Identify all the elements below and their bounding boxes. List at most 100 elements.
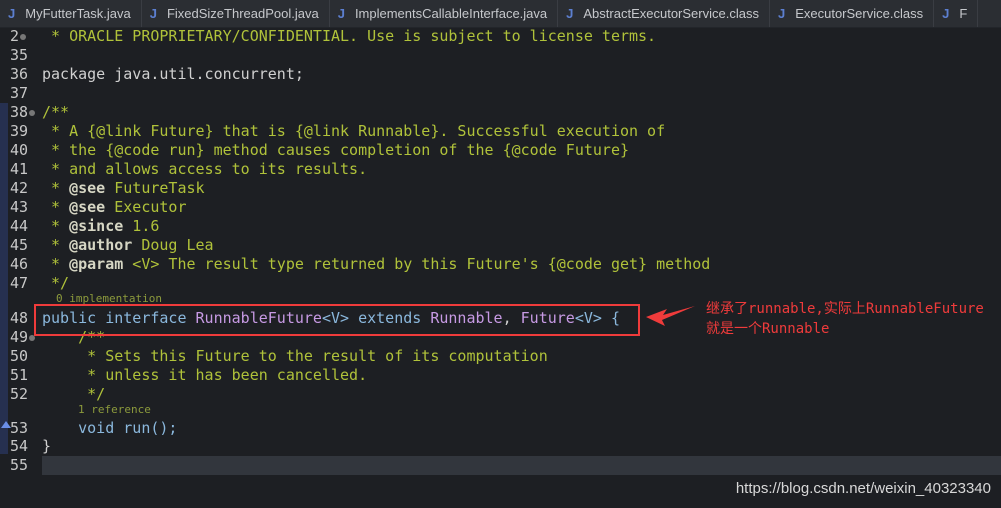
line-number: 35: [10, 46, 29, 64]
line-number: 50: [10, 347, 29, 365]
token: FutureTask: [105, 179, 205, 197]
line-number: 47: [10, 274, 29, 292]
code-text: }: [42, 437, 51, 456]
code-text: * @see Executor: [42, 198, 187, 217]
line-number: 52: [10, 385, 29, 403]
line-number: 43: [10, 198, 29, 216]
token: @since: [69, 217, 124, 235]
token: @param: [69, 255, 124, 273]
highlight-box: [34, 304, 640, 336]
line-number: 45: [10, 236, 29, 254]
tab-label: FixedSizeThreadPool.java: [166, 6, 319, 21]
annotation-line-1: 继承了runnable,实际上RunnableFuture: [706, 301, 984, 317]
code-text: * the {@code run} method causes completi…: [42, 141, 629, 160]
arrow-icon: [646, 306, 695, 326]
tab-label: ImplementsCallableInterface.java: [354, 6, 548, 21]
code-line: 40 * the {@code run} method causes compl…: [0, 141, 1001, 160]
token: * the {@code run} method causes completi…: [42, 141, 629, 159]
code-line: 44 * @since 1.6: [0, 217, 1001, 236]
code-text: * @param <V> The result type returned by…: [42, 255, 710, 274]
code-line: 55: [0, 456, 1001, 475]
tab-label: ExecutorService.class: [795, 6, 924, 21]
code-line: 45 * @author Doug Lea: [0, 236, 1001, 255]
token: *: [42, 236, 70, 254]
code-line: 36 package java.util.concurrent;: [0, 65, 1001, 84]
token: /**: [42, 103, 70, 121]
line-number: 46: [10, 255, 29, 273]
code-line: 54}: [0, 437, 1001, 456]
code-line: 35: [0, 46, 1001, 65]
code-line: 50 * Sets this Future to the result of i…: [0, 347, 1001, 366]
java-file-icon: J: [149, 6, 157, 21]
tab-2[interactable]: J ImplementsCallableInterface.java: [330, 0, 559, 27]
line-number: 38: [10, 103, 36, 122]
line-number: 41: [10, 160, 29, 178]
code-line: 38 /**: [0, 103, 1001, 122]
token: package java.util.concurrent;: [42, 65, 304, 83]
token: */: [42, 385, 106, 403]
code-line: 42 * @see FutureTask: [0, 179, 1001, 198]
token: *: [42, 179, 70, 197]
line-number: 37: [10, 84, 29, 102]
code-line: 46 * @param <V> The result type returned…: [0, 255, 1001, 274]
token: }: [42, 437, 52, 455]
code-line: 52 */: [0, 385, 1001, 404]
code-text: * @see FutureTask: [42, 179, 205, 198]
line-number: 49: [10, 328, 36, 347]
annotation-note: 继承了runnable,实际上RunnableFuture 就是一个Runnabl…: [706, 299, 984, 339]
java-file-icon: J: [337, 6, 345, 21]
code-line: 47 */: [0, 274, 1001, 293]
token: <V> The result type returned by this Fut…: [123, 255, 711, 273]
tab-label: AbstractExecutorService.class: [583, 6, 759, 21]
code-text: * @since 1.6: [42, 217, 159, 236]
tab-3[interactable]: J AbstractExecutorService.class: [558, 0, 770, 27]
line-number: 39: [10, 122, 29, 140]
tab-label: F: [959, 6, 968, 21]
tab-0[interactable]: J MyFutterTask.java: [0, 0, 142, 27]
watermark: https://blog.csdn.net/weixin_40323340: [735, 480, 991, 497]
line-number: 42: [10, 179, 29, 197]
code-text: * A {@link Future} that is {@link Runnab…: [42, 122, 665, 141]
line-number: 2: [10, 27, 36, 46]
code-line: 39 * A {@link Future} that is {@link Run…: [0, 122, 1001, 141]
line-number: 36: [10, 65, 29, 83]
token: @see: [69, 179, 106, 197]
code-text: void run();: [42, 419, 177, 438]
line-number: 48: [10, 309, 29, 327]
line-number: 55: [10, 456, 29, 474]
token: * ORACLE PROPRIETARY/CONFIDENTIAL. Use i…: [42, 27, 657, 45]
code-line: 37: [0, 84, 1001, 103]
tab-4[interactable]: J ExecutorService.class: [770, 0, 935, 27]
token: *: [42, 198, 70, 216]
code-line: 51 * unless it has been cancelled.: [0, 366, 1001, 385]
code-text: */: [42, 385, 105, 404]
tab-1[interactable]: J FixedSizeThreadPool.java: [142, 0, 330, 27]
tab-5[interactable]: JF: [934, 0, 979, 27]
token: @author: [69, 236, 133, 254]
token: * A {@link Future} that is {@link Runnab…: [42, 122, 666, 140]
code-line: 53 void run();: [0, 419, 1001, 438]
editor-tab-bar: J MyFutterTask.java J FixedSizeThreadPool.j…: [0, 0, 1001, 28]
token: Executor: [105, 198, 187, 216]
code-text: * unless it has been cancelled.: [42, 366, 367, 385]
codelens-references[interactable]: 1 reference: [78, 403, 151, 417]
code-text: * @author Doug Lea: [42, 236, 214, 255]
line-number: 40: [10, 141, 29, 159]
token: * Sets this Future to the result of its …: [42, 347, 548, 365]
code-text: /**: [42, 103, 69, 122]
java-file-icon: J: [8, 6, 16, 21]
code-text: */: [42, 274, 69, 293]
java-file-icon: J: [777, 6, 786, 21]
annotation-line-2: 就是一个Runnable: [706, 321, 830, 337]
override-marker-icon[interactable]: [1, 421, 11, 428]
line-number: 44: [10, 217, 29, 235]
fold-icon[interactable]: [20, 33, 27, 40]
token: *: [42, 217, 70, 235]
token: *: [42, 255, 70, 273]
token: * and allows access to its results.: [42, 160, 368, 178]
java-file-icon: J: [566, 6, 574, 21]
token: */: [42, 274, 70, 292]
token: * unless it has been cancelled.: [42, 366, 368, 384]
fold-icon[interactable]: [29, 109, 36, 116]
java-file-icon: J: [942, 6, 950, 21]
